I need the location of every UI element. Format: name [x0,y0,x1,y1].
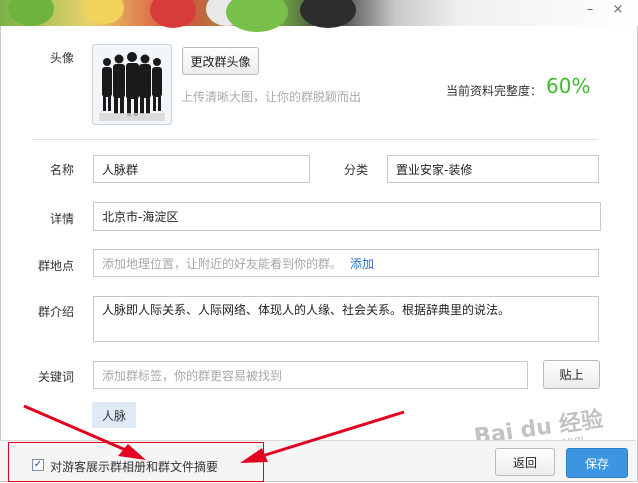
banner-fruit-decoration [8,0,54,26]
banner-fruit-decoration [150,0,196,28]
minimize-button[interactable]: – [580,2,600,18]
keywords-input[interactable]: 添加群标签，你的群更容易被找到 [93,361,528,389]
name-label: 名称 [50,163,75,177]
section-divider [32,139,598,140]
location-label: 群地点 [38,259,75,273]
location-placeholder: 添加地理位置，让附近的好友能看到你的群。 [102,256,343,271]
paste-button[interactable]: 贴上 [543,360,600,389]
people-silhouette-icon [99,52,165,121]
completeness-value: 60% [546,74,591,98]
avatar-label: 头像 [50,51,75,65]
avatar-hint: 上传清晰大图，让你的群脱颖而出 [181,90,362,104]
intro-label: 群介绍 [38,305,75,319]
add-location-link[interactable]: 添加 [350,255,374,272]
detail-label: 详情 [50,212,75,226]
group-avatar[interactable] [92,44,172,125]
change-avatar-button[interactable]: 更改群头像 [182,47,259,75]
tag-chip[interactable]: 人脉 [92,402,136,428]
detail-input[interactable]: 北京市-海淀区 [93,202,601,231]
banner-fruit-decoration [300,0,356,28]
completeness-label: 当前资料完整度： [446,84,543,98]
category-label: 分类 [344,163,369,177]
back-button[interactable]: 返回 [495,448,555,476]
annotation-highlight-box [8,442,264,482]
intro-text: 人脉即人际关系、人际网络、体现人的人缘、社会关系。根据辞典里的说法。 [102,303,511,317]
save-button[interactable]: 保存 [566,448,628,478]
banner-fruit-decoration [84,0,124,24]
name-input[interactable]: 人脉群 [93,155,310,183]
header-banner: – × [0,0,638,32]
intro-textarea[interactable]: 人脉即人际关系、人际网络、体现人的人缘、社会关系。根据辞典里的说法。 [93,296,599,342]
keywords-label: 关键词 [38,370,75,384]
location-input[interactable]: 添加地理位置，让附近的好友能看到你的群。 添加 [93,249,599,277]
category-select[interactable]: 置业安家-装修 [387,155,599,183]
close-button[interactable]: × [608,2,628,18]
